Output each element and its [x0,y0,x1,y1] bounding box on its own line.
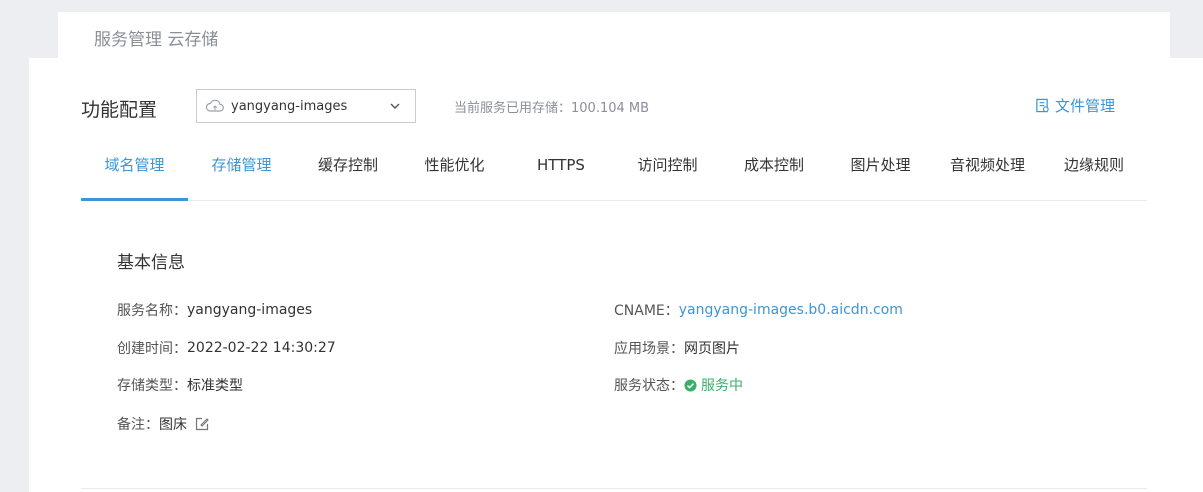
cloud-icon [205,99,224,112]
created-time-value: 2022-02-22 14:30:27 [187,340,336,356]
tab-cache-control[interactable]: 缓存控制 [295,150,401,200]
tab-edge-rules[interactable]: 边缘规则 [1041,150,1147,200]
file-manager-label: 文件管理 [1055,97,1116,115]
main-card: 功能配置 yangyang-images 当前服务已用存储：100.104 MB… [29,58,1203,492]
info-service-name: 服务名称： yangyang-images [117,300,312,320]
scene-value: 网页图片 [684,341,740,357]
storage-usage: 当前服务已用存储：100.104 MB [454,101,650,116]
edit-icon[interactable] [195,417,209,431]
created-time-label: 创建时间： [117,341,187,357]
info-created-time: 创建时间： 2022-02-22 14:30:27 [117,338,336,358]
service-name-label: 服务名称： [117,303,187,319]
service-select-value: yangyang-images [231,98,348,114]
file-manager-link[interactable]: 文件管理 [1035,95,1115,116]
info-status: 服务状态： 服务中 [614,375,743,395]
basic-info-title: 基本信息 [117,253,185,273]
file-icon [1036,98,1049,113]
note-label: 备注： [117,417,159,433]
note-value: 图床 [159,417,187,433]
tab-domain-management[interactable]: 域名管理 [81,150,188,200]
tab-access-control[interactable]: 访问控制 [614,150,721,200]
tab-cost-control[interactable]: 成本控制 [721,150,827,200]
status-badge: 服务中 [701,378,743,394]
info-cname: CNAME： yangyang-images.b0.aicdn.com [614,300,903,320]
tab-image-processing[interactable]: 图片处理 [827,150,934,200]
info-note: 备注： 图床 [117,414,209,434]
tab-storage-management[interactable]: 存储管理 [188,150,295,200]
tab-https[interactable]: HTTPS [508,150,614,200]
cname-label: CNAME： [614,303,679,319]
breadcrumb: 服务管理 云存储 [94,30,219,50]
scene-label: 应用场景： [614,341,684,357]
service-name-value: yangyang-images [187,302,313,318]
section-title: 功能配置 [81,99,158,121]
info-storage-type: 存储类型： 标准类型 [117,375,243,395]
tab-av-processing[interactable]: 音视频处理 [934,150,1041,200]
storage-type-value: 标准类型 [187,378,243,394]
tab-performance[interactable]: 性能优化 [401,150,508,200]
cname-link[interactable]: yangyang-images.b0.aicdn.com [679,302,903,318]
check-circle-icon [684,378,697,392]
info-scene: 应用场景： 网页图片 [614,338,740,358]
chevron-down-icon [390,103,400,109]
active-tab-indicator [81,198,188,201]
service-select[interactable]: yangyang-images [196,89,416,123]
divider [81,488,1147,489]
storage-type-label: 存储类型： [117,378,187,394]
top-header: 服务管理 云存储 [58,12,1170,62]
status-label: 服务状态： [614,378,684,394]
tab-bar: 域名管理 存储管理 缓存控制 性能优化 HTTPS 访问控制 成本控制 图片处理… [81,150,1147,201]
